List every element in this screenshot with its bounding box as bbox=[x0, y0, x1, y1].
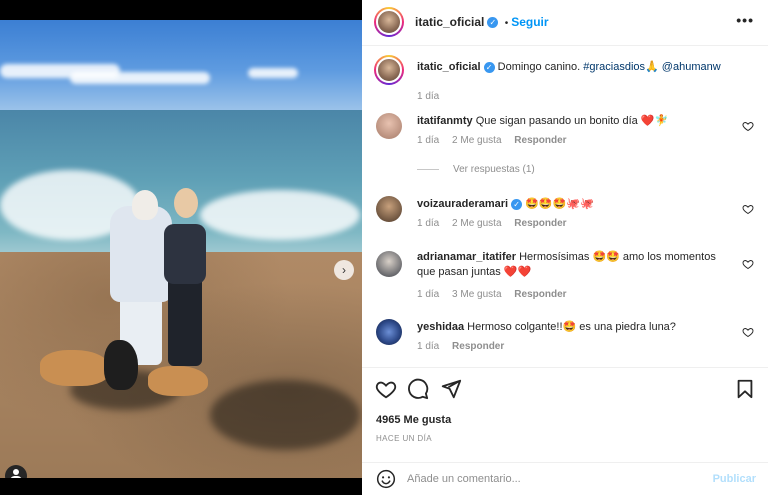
caption-age[interactable]: 1 día bbox=[417, 91, 439, 102]
verified-icon: ✓ bbox=[511, 198, 523, 210]
heart-icon[interactable] bbox=[742, 202, 754, 215]
comment-icon[interactable] bbox=[407, 378, 429, 400]
person-right bbox=[168, 276, 202, 366]
avatar[interactable] bbox=[376, 113, 402, 139]
comment-body: adrianamar_itatifer Hermosísimas 🤩🤩 amo … bbox=[417, 250, 737, 280]
comment-meta: 1 día Responder bbox=[417, 341, 514, 352]
comment-age[interactable]: 1 día bbox=[417, 289, 439, 300]
comment-text: 🤩🤩🤩🐙🐙 bbox=[525, 198, 594, 210]
comment-likes[interactable]: 3 Me gusta bbox=[452, 289, 501, 300]
comment-username[interactable]: adrianamar_itatifer bbox=[417, 251, 516, 263]
share-icon[interactable] bbox=[440, 378, 462, 400]
dog-black bbox=[104, 340, 138, 390]
post-actions bbox=[362, 367, 768, 411]
more-options-icon[interactable]: ••• bbox=[736, 12, 754, 28]
reply-button[interactable]: Responder bbox=[514, 135, 566, 146]
smiley-icon[interactable] bbox=[376, 469, 396, 489]
comment-likes[interactable]: 2 Me gusta bbox=[452, 135, 501, 146]
heart-icon[interactable] bbox=[742, 119, 754, 132]
caption-username[interactable]: itatic_oficial bbox=[417, 61, 481, 73]
post-time[interactable]: HACE UN DÍA bbox=[376, 434, 432, 443]
post-panel: itatic_oficial ✓ • Seguir ••• itatic_ofici… bbox=[362, 0, 768, 495]
comment-meta: 1 día 3 Me gusta Responder bbox=[417, 289, 577, 300]
heart-icon[interactable] bbox=[742, 257, 754, 270]
caption-hashtag[interactable]: #graciasdios bbox=[583, 61, 645, 73]
comment-text: Hermoso colgante!!🤩 es una piedra luna? bbox=[467, 321, 676, 333]
post-header: itatic_oficial ✓ • Seguir ••• bbox=[362, 0, 768, 46]
person-left-sweatshirt bbox=[110, 206, 172, 302]
heart-icon[interactable] bbox=[375, 378, 397, 400]
comment-username[interactable]: itatifanmty bbox=[417, 115, 473, 127]
avatar[interactable] bbox=[374, 7, 404, 37]
reply-button[interactable]: Responder bbox=[514, 218, 566, 229]
comment-body: itatifanmty Que sigan pasando un bonito … bbox=[417, 114, 737, 129]
header-user: itatic_oficial ✓ • Seguir bbox=[415, 15, 549, 29]
reply-button[interactable]: Responder bbox=[514, 289, 566, 300]
photo-cloud bbox=[248, 68, 298, 78]
comment-likes[interactable]: 2 Me gusta bbox=[452, 218, 501, 229]
comment-username[interactable]: voizauraderamari bbox=[417, 198, 508, 210]
comment-age[interactable]: 1 día bbox=[417, 218, 439, 229]
caption-meta: 1 día bbox=[417, 91, 449, 102]
caption-text: Domingo canino. bbox=[497, 61, 581, 73]
comments-list: itatic_oficial ✓ Domingo canino. #gracias… bbox=[362, 47, 768, 367]
caption-mention[interactable]: @ahumanw bbox=[662, 61, 721, 73]
photo-shadow bbox=[210, 380, 360, 450]
avatar[interactable] bbox=[376, 251, 402, 277]
person-right-top bbox=[164, 224, 206, 284]
comment-meta: 1 día 2 Me gusta Responder bbox=[417, 135, 577, 146]
comment-body: voizauraderamari ✓ 🤩🤩🤩🐙🐙 bbox=[417, 197, 737, 212]
avatar[interactable] bbox=[376, 196, 402, 222]
photo-wave bbox=[200, 190, 360, 240]
post-media: › bbox=[0, 0, 362, 495]
person-right-head bbox=[174, 188, 198, 218]
caption-emoji: 🙏 bbox=[645, 61, 659, 73]
author-username[interactable]: itatic_oficial bbox=[415, 15, 484, 29]
heart-icon[interactable] bbox=[742, 325, 754, 338]
separator-dot: • bbox=[504, 18, 509, 29]
dog-corgi bbox=[148, 366, 208, 396]
comment-input[interactable] bbox=[407, 469, 697, 489]
reply-button[interactable]: Responder bbox=[452, 341, 504, 352]
verified-icon: ✓ bbox=[483, 61, 495, 73]
verified-icon: ✓ bbox=[487, 17, 499, 29]
likes-count[interactable]: 4965 Me gusta bbox=[376, 414, 451, 426]
comment-body: yeshidaa Hermoso colgante!!🤩 es una pied… bbox=[417, 320, 737, 335]
instagram-post-viewer: › itatic_oficial ✓ • Seguir ••• itatic_o… bbox=[0, 0, 768, 495]
publish-button[interactable]: Publicar bbox=[713, 473, 756, 485]
avatar[interactable] bbox=[374, 55, 404, 85]
comment-age[interactable]: 1 día bbox=[417, 341, 439, 352]
comment-text: Que sigan pasando un bonito día ❤️🧚 bbox=[475, 115, 669, 127]
avatar[interactable] bbox=[376, 319, 402, 345]
comment-age[interactable]: 1 día bbox=[417, 135, 439, 146]
comment-meta: 1 día 2 Me gusta Responder bbox=[417, 218, 577, 229]
view-replies-button[interactable]: Ver respuestas (1) bbox=[417, 164, 535, 175]
dog-corgi bbox=[40, 350, 110, 386]
comment-username[interactable]: yeshidaa bbox=[417, 321, 464, 333]
caption-body: itatic_oficial ✓ Domingo canino. #gracias… bbox=[417, 60, 737, 75]
photo-cloud bbox=[70, 72, 210, 84]
comment-composer: Publicar bbox=[362, 462, 768, 495]
post-photo[interactable]: › bbox=[0, 20, 362, 478]
bookmark-icon[interactable] bbox=[734, 378, 756, 400]
chevron-right-icon[interactable]: › bbox=[334, 260, 354, 280]
follow-button[interactable]: Seguir bbox=[511, 15, 548, 29]
person-left-head bbox=[132, 190, 158, 220]
